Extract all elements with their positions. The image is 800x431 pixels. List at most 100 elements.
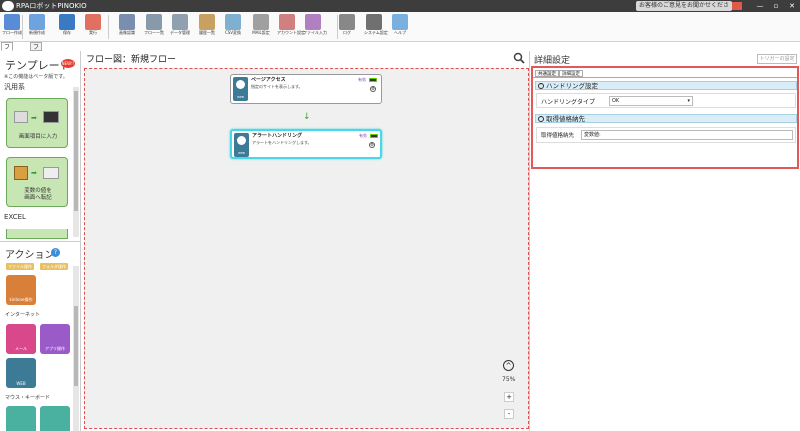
ribbon-icon [225, 14, 241, 30]
ribbon-label: フロー作成 [2, 30, 22, 35]
ribbon-button-11[interactable]: ファイル入力 [303, 14, 327, 40]
template-card-excel[interactable] [6, 229, 68, 239]
zoom-in-button[interactable]: + [504, 392, 514, 402]
form-icon [43, 111, 59, 123]
title-bar: RPAロボットPINOKIO お客様のご意見をお聞かせください — ▫ ✕ [0, 0, 800, 19]
section-storage[interactable]: ^ 取得値格納先 [535, 114, 797, 123]
file-op-button[interactable]: ファイル操作 [6, 263, 34, 270]
close-button[interactable]: ✕ [784, 0, 800, 12]
minimize-button[interactable]: — [752, 0, 768, 12]
ribbon-icon [253, 14, 269, 30]
zoom-out-button[interactable]: - [504, 409, 514, 419]
tab-flow-create[interactable]: フロー作成 [1, 42, 14, 87]
ribbon-icon [199, 14, 215, 30]
handling-type-select[interactable]: OK ▾ [609, 96, 693, 106]
ribbon-icon [85, 14, 101, 30]
ribbon-icon [119, 14, 135, 30]
action-title: アクション [5, 250, 55, 261]
ribbon-label: MAIL設定 [252, 30, 270, 35]
handling-type-label: ハンドリングタイプ [541, 99, 596, 106]
mail-icon[interactable] [732, 2, 742, 10]
ribbon-button-8[interactable]: CSV変換 [223, 14, 243, 40]
ribbon-label: システム設定 [364, 30, 388, 35]
storage-variable-field[interactable]: 変数値: [581, 130, 793, 140]
ribbon-button-0[interactable]: フロー作成 [2, 14, 22, 40]
feedback-button[interactable]: お客様のご意見をお聞かせください [636, 1, 732, 19]
ribbon-button-1[interactable]: 新規作成 [27, 14, 47, 40]
category-internet: インターネット [5, 312, 41, 318]
tab-flow-settings[interactable]: フロー設定 [30, 42, 43, 87]
canvas-title: フロー図：新規フロー [86, 55, 177, 65]
flow-arrow-icon: ↓ [303, 112, 311, 122]
ribbon-button-12[interactable]: ログ [337, 14, 357, 40]
storage-row: 取得値格納先 変数値: [536, 127, 796, 143]
chevron-down-icon: ▾ [687, 98, 690, 104]
node-enabled-toggle[interactable] [370, 134, 378, 138]
ribbon-button-2[interactable]: 保存 [57, 14, 77, 40]
search-icon[interactable] [513, 52, 525, 64]
tab-common-settings[interactable]: 共通設定 [535, 70, 559, 77]
template-card-label: 画面項目に入力 [18, 134, 58, 140]
mouse-icon[interactable] [6, 406, 36, 431]
category-excel: EXCEL [4, 213, 26, 221]
ribbon-label: データ管理 [170, 30, 190, 35]
flow-node-alert-handling[interactable]: WEB アラートハンドリング アラートをハンドリングします。 有効 ⚙ [230, 129, 382, 159]
web-action-icon[interactable]: WEB [6, 358, 36, 388]
category-general: 汎用系 [4, 83, 25, 91]
action-scrollbar[interactable] [73, 266, 79, 431]
ribbon-icon [392, 14, 408, 30]
box-icon [14, 166, 28, 180]
node-description: アラートをハンドリングします。 [252, 140, 312, 145]
flow-canvas[interactable]: WEB ページアクセス 指定のサイトを表示します。 有効 ⚙ ↓ WEB アラー… [84, 68, 529, 429]
ribbon-button-13[interactable]: システム設定 [364, 14, 388, 40]
mail-action-icon[interactable]: メール [6, 324, 36, 354]
storage-label: 取得値格納先 [541, 133, 575, 139]
ribbon-label: 実行 [89, 30, 97, 35]
web-icon: WEB [233, 77, 248, 101]
ribbon-button-3[interactable]: 実行 [83, 14, 103, 40]
node-enabled-toggle[interactable] [369, 78, 377, 82]
kintone-icon[interactable]: kintone操作 [6, 275, 36, 305]
ribbon-separator [337, 15, 338, 39]
ribbon-label: ログ [343, 30, 351, 35]
folder-op-button[interactable]: フォルダ操作 [40, 263, 68, 270]
ribbon-button-14[interactable]: ヘルプ [390, 14, 410, 40]
detail-title: 詳細設定 [534, 56, 571, 66]
template-card-transfer[interactable]: ➡ 変数の値を 画面へ転記 [6, 157, 68, 207]
tab-detail-settings[interactable]: 詳細設定 [559, 70, 583, 77]
web-icon: WEB [234, 133, 249, 157]
ribbon-button-10[interactable]: アカウント設定 [277, 14, 305, 40]
ribbon-label: ヘルプ [394, 30, 406, 35]
template-scrollbar[interactable] [73, 87, 79, 237]
node-settings-icon[interactable]: ⚙ [370, 86, 376, 92]
ribbon-button-6[interactable]: データ管理 [170, 14, 190, 40]
node-enabled-label: 有効 [359, 133, 367, 138]
ribbon-label: 新規作成 [29, 30, 45, 35]
ribbon-icon [146, 14, 162, 30]
node-settings-icon[interactable]: ⚙ [369, 142, 375, 148]
ribbon-icon [29, 14, 45, 30]
template-card-input[interactable]: ➡ 画面項目に入力 [6, 98, 68, 148]
ribbon-label: 画像認識 [119, 30, 135, 35]
help-icon[interactable]: ? [51, 248, 60, 257]
ribbon-button-4[interactable]: 画像認識 [117, 14, 137, 40]
left-panel: テンプレート NEW!! ※この機能はベータ版です。 汎用系 ➡ 画面項目に入力… [0, 51, 81, 431]
app-operation-icon[interactable]: アプリ操作 [40, 324, 70, 354]
flow-node-page-access[interactable]: WEB ページアクセス 指定のサイトを表示します。 有効 ⚙ [230, 74, 382, 104]
section-handling[interactable]: ^ ハンドリング設定 [535, 81, 797, 90]
maximize-button[interactable]: ▫ [768, 0, 784, 12]
arrow-icon: ➡ [31, 169, 37, 177]
scroll-up-icon[interactable]: ^ [503, 360, 514, 371]
category-mouse-keyboard: マウス・キーボード [5, 395, 51, 401]
zoom-level: 75% [502, 376, 516, 383]
ribbon-button-5[interactable]: フロー一覧 [144, 14, 164, 40]
template-card-label-1: 変数の値を [24, 188, 52, 194]
cursor-icon [14, 111, 28, 123]
trigger-settings-button[interactable]: トリガーの設定 [757, 54, 797, 64]
arrow-icon: ➡ [31, 114, 37, 122]
node-title: アラートハンドリング [252, 133, 303, 139]
ribbon-button-7[interactable]: 履歴一覧 [197, 14, 217, 40]
keyboard-icon[interactable] [40, 406, 70, 431]
ribbon-button-9[interactable]: MAIL設定 [251, 14, 271, 40]
screen-icon [43, 167, 59, 179]
